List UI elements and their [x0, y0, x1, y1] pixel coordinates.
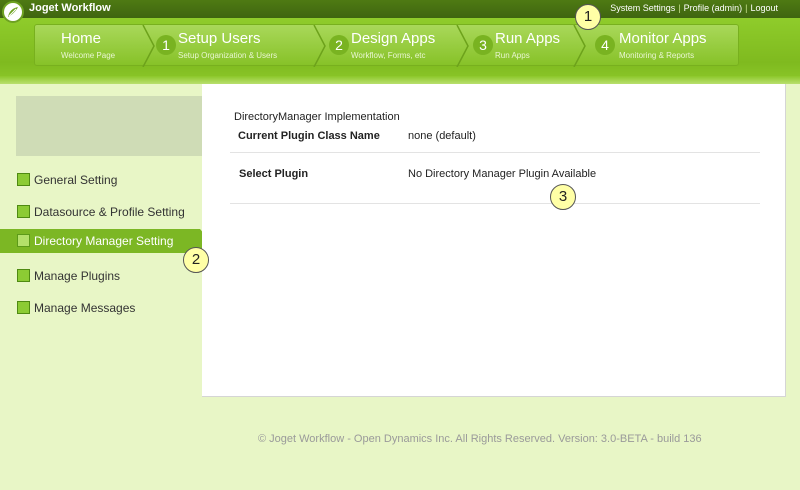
nav-subtitle: Workflow, Forms, etc — [351, 51, 426, 60]
nav-separator-icon — [142, 25, 155, 67]
sidebar-item-label: Datasource & Profile Setting — [34, 205, 185, 219]
nav-title: Run Apps — [495, 30, 561, 47]
joget-logo-icon[interactable] — [2, 1, 24, 23]
select-plugin-value: No Directory Manager Plugin Available — [408, 168, 597, 180]
brand-name: Joget Workflow — [29, 2, 111, 14]
top-links: System Settings | Profile (admin) | Logout — [610, 3, 778, 13]
current-plugin-label: Current Plugin Class Name — [238, 130, 380, 142]
nav-title: Design Apps — [351, 30, 436, 47]
nav-design-apps[interactable]: 2 Design Apps Workflow, Forms, etc — [329, 25, 474, 67]
nav-separator-icon — [456, 25, 469, 67]
sidebar-item-label: General Setting — [34, 173, 118, 187]
section-title: DirectoryManager Implementation — [234, 111, 400, 123]
checkbox-icon — [17, 205, 30, 218]
separator: | — [745, 3, 748, 13]
sidebar-item-manage-plugins[interactable]: Manage Plugins — [0, 264, 200, 288]
main-nav: Home Welcome Page 1 Setup Users Setup Or… — [34, 24, 739, 67]
nav-home[interactable]: Home Welcome Page — [35, 25, 155, 67]
sidebar-item-directory-manager-setting[interactable]: Directory Manager Setting — [0, 229, 200, 253]
sidebar-item-label: Manage Messages — [34, 301, 136, 315]
nav-title: Monitor Apps — [619, 30, 707, 47]
nav-run-apps[interactable]: 3 Run Apps Run Apps — [473, 25, 583, 67]
current-plugin-value: none (default) — [408, 130, 476, 142]
checkbox-icon — [17, 234, 30, 247]
nav-step-number: 2 — [329, 35, 349, 55]
profile-link[interactable]: Profile (admin) — [684, 3, 743, 13]
content-panel: DirectoryManager Implementation Current … — [202, 84, 786, 397]
nav-subtitle: Monitoring & Reports — [619, 51, 695, 60]
nav-monitor-apps[interactable]: 4 Monitor Apps Monitoring & Reports — [595, 25, 735, 67]
nav-step-number: 3 — [473, 35, 493, 55]
nav-setup-users[interactable]: 1 Setup Users Setup Organization & Users — [156, 25, 326, 67]
nav-subtitle: Run Apps — [495, 51, 530, 60]
system-settings-link[interactable]: System Settings — [610, 3, 675, 13]
checkbox-icon — [17, 301, 30, 314]
nav-separator-icon — [313, 25, 326, 67]
nav-title: Home — [61, 30, 102, 47]
top-bar: Joget Workflow System Settings | Profile (… — [0, 0, 800, 18]
nav-separator-icon — [573, 25, 586, 67]
checkbox-icon — [17, 173, 30, 186]
sidebar-item-datasource-profile-setting[interactable]: Datasource & Profile Setting — [0, 200, 200, 224]
select-plugin-label: Select Plugin — [239, 168, 309, 180]
divider — [230, 203, 760, 204]
nav-title: Setup Users — [178, 30, 261, 47]
nav-step-number: 1 — [156, 35, 176, 55]
divider — [230, 152, 760, 153]
footer-copyright: © Joget Workflow - Open Dynamics Inc. Al… — [258, 433, 702, 445]
callout-badge: 1 — [575, 4, 601, 30]
callout-badge: 2 — [183, 247, 209, 273]
nav-step-number: 4 — [595, 35, 615, 55]
sidebar-header-panel — [16, 96, 202, 156]
sidebar-item-label: Directory Manager Setting — [34, 234, 174, 248]
sidebar-item-general-setting[interactable]: General Setting — [0, 168, 200, 192]
checkbox-icon — [17, 269, 30, 282]
sidebar-item-label: Manage Plugins — [34, 269, 121, 283]
callout-badge: 3 — [550, 184, 576, 210]
nav-subtitle: Setup Organization & Users — [178, 51, 278, 60]
nav-subtitle: Welcome Page — [61, 51, 116, 60]
separator: | — [678, 3, 681, 13]
logout-link[interactable]: Logout — [750, 3, 778, 13]
sidebar-item-manage-messages[interactable]: Manage Messages — [0, 296, 200, 320]
header-strip — [0, 76, 800, 84]
